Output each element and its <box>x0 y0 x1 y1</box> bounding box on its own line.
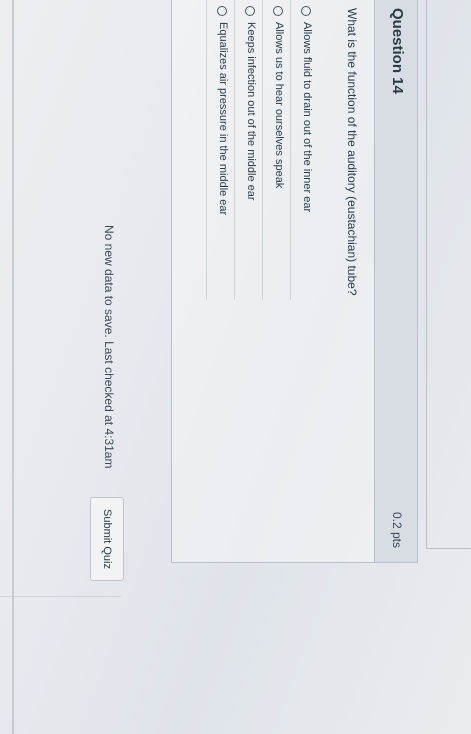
save-status: No new data to save. Last checked at 4:3… <box>102 225 116 469</box>
answer-option-3[interactable]: Keeps infection out of the middle ear <box>234 0 263 300</box>
answer-label: Keeps infection out of the middle ear <box>245 22 257 201</box>
answer-option-1[interactable]: Allows fluid to drain out of the inner e… <box>290 0 319 300</box>
answer-option-4[interactable]: Equalizes air pressure in the middle ear <box>206 0 235 300</box>
question-header: Question 14 0.2 pts <box>374 0 417 562</box>
answer-option-2[interactable]: Allows us to hear ourselves speak <box>262 0 291 300</box>
divider <box>12 0 14 734</box>
question-points: 0.2 pts <box>390 511 404 548</box>
question-card: Question 14 0.2 pts What is the function… <box>171 0 418 563</box>
question-text: What is the function of the auditory (eu… <box>345 8 359 296</box>
radio-icon[interactable] <box>273 6 283 16</box>
question-title: Question 14 <box>389 8 406 94</box>
answer-label: Equalizes air pressure in the middle ear <box>217 22 229 216</box>
answer-label: Allows us to hear ourselves speak <box>273 22 285 189</box>
previous-question-card <box>426 0 471 549</box>
answer-label: Allows fluid to drain out of the inner e… <box>301 22 313 213</box>
submit-quiz-button[interactable]: Submit Quiz <box>90 497 124 581</box>
radio-icon[interactable] <box>217 6 227 16</box>
radio-icon[interactable] <box>301 6 311 16</box>
quiz-page: Question 14 0.2 pts What is the function… <box>0 0 471 734</box>
divider <box>0 596 121 597</box>
radio-icon[interactable] <box>245 6 255 16</box>
